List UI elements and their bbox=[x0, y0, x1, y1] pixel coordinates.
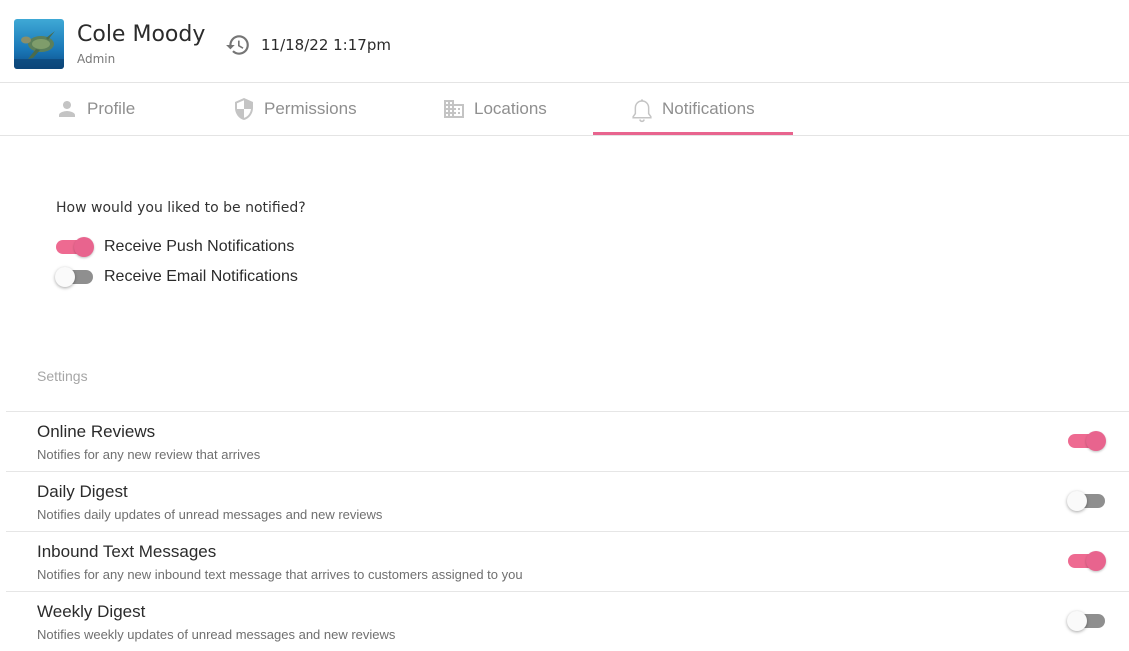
user-role: Admin bbox=[77, 52, 116, 66]
tab-permissions[interactable]: Permissions bbox=[232, 83, 357, 135]
user-name: Cole Moody bbox=[77, 22, 206, 47]
building-icon bbox=[442, 97, 466, 121]
setting-weekly-digest: Weekly Digest Notifies weekly updates of… bbox=[6, 591, 1129, 651]
tab-label: Profile bbox=[87, 99, 136, 118]
setting-title: Inbound Text Messages bbox=[37, 542, 217, 561]
email-notifications-label: Receive Email Notifications bbox=[104, 268, 298, 285]
settings-heading: Settings bbox=[37, 368, 88, 384]
bell-icon bbox=[630, 97, 654, 123]
setting-daily-digest: Daily Digest Notifies daily updates of u… bbox=[6, 471, 1129, 531]
avatar[interactable] bbox=[14, 19, 64, 69]
person-icon bbox=[55, 97, 79, 121]
setting-online-reviews: Online Reviews Notifies for any new revi… bbox=[6, 411, 1129, 471]
email-notifications-option[interactable]: Receive Email Notifications bbox=[55, 266, 298, 288]
tab-label: Permissions bbox=[264, 99, 357, 118]
tab-label: Locations bbox=[474, 99, 547, 118]
tab-notifications[interactable]: Notifications bbox=[630, 83, 755, 135]
inbound-text-messages-toggle[interactable] bbox=[1068, 551, 1106, 571]
tab-profile[interactable]: Profile bbox=[55, 83, 135, 135]
online-reviews-toggle[interactable] bbox=[1068, 431, 1106, 451]
active-tab-indicator bbox=[593, 132, 793, 135]
last-activity-timestamp: 11/18/22 1:17pm bbox=[261, 36, 391, 54]
setting-description: Notifies weekly updates of unread messag… bbox=[37, 627, 396, 642]
setting-inbound-text-messages: Inbound Text Messages Notifies for any n… bbox=[6, 531, 1129, 591]
setting-description: Notifies for any new review that arrives bbox=[37, 447, 261, 462]
setting-description: Notifies daily updates of unread message… bbox=[37, 507, 383, 522]
shield-icon bbox=[232, 97, 256, 121]
tab-locations[interactable]: Locations bbox=[442, 83, 547, 135]
setting-title: Weekly Digest bbox=[37, 602, 146, 621]
weekly-digest-toggle[interactable] bbox=[1067, 611, 1105, 631]
push-notifications-option[interactable]: Receive Push Notifications bbox=[56, 236, 294, 258]
daily-digest-toggle[interactable] bbox=[1067, 491, 1105, 511]
push-notifications-toggle[interactable] bbox=[56, 237, 94, 257]
notify-question: How would you liked to be notified? bbox=[56, 200, 306, 216]
setting-title: Daily Digest bbox=[37, 482, 128, 501]
avatar-image bbox=[14, 19, 64, 69]
history-icon bbox=[226, 35, 249, 55]
tab-bar: Profile Permissions Locations Notificati… bbox=[0, 83, 1129, 136]
setting-title: Online Reviews bbox=[37, 422, 156, 441]
email-notifications-toggle[interactable] bbox=[55, 267, 93, 287]
tab-label: Notifications bbox=[662, 99, 755, 118]
push-notifications-label: Receive Push Notifications bbox=[104, 238, 295, 255]
header: Cole Moody Admin 11/18/22 1:17pm bbox=[0, 0, 1129, 83]
setting-description: Notifies for any new inbound text messag… bbox=[37, 567, 523, 582]
